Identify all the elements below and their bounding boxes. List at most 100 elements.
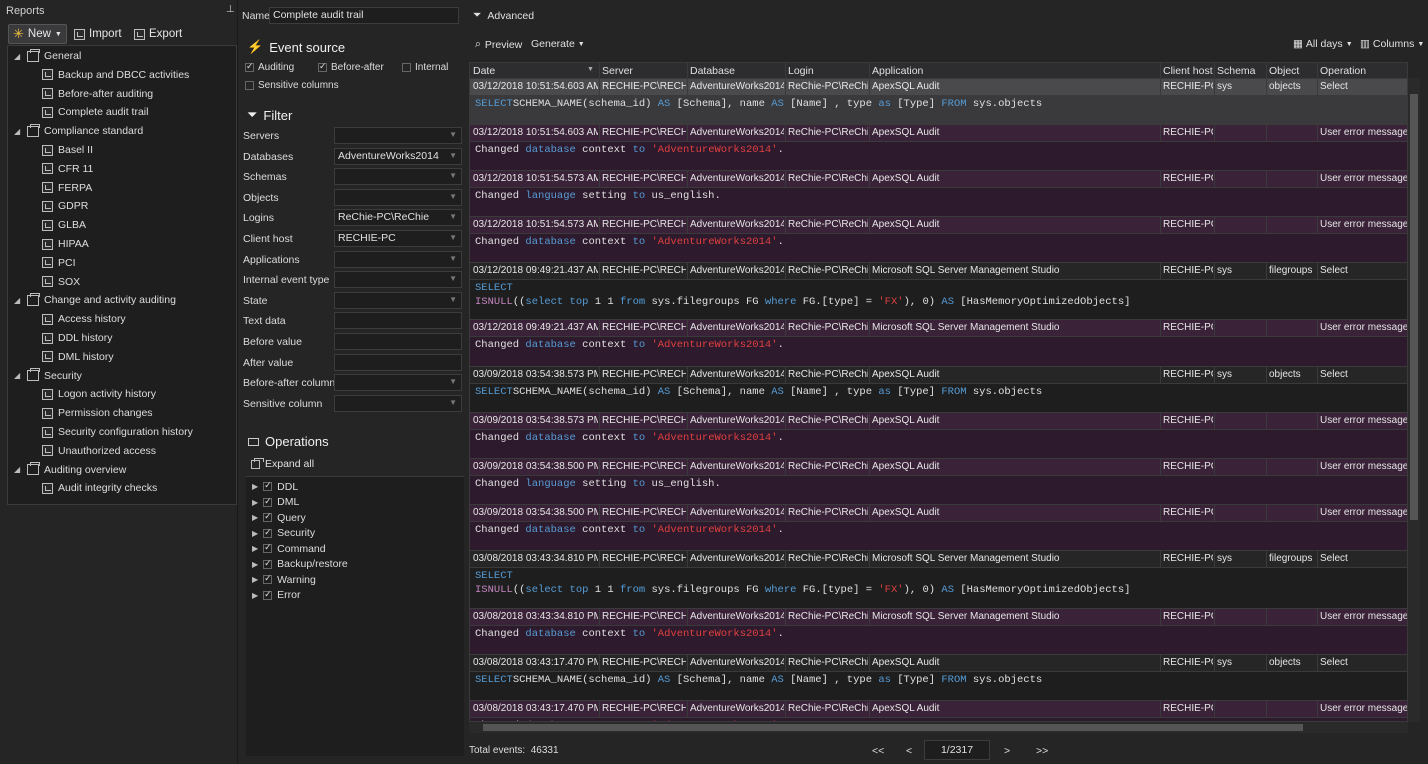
expand-triangle-icon[interactable]: ◢ (14, 52, 22, 61)
filter-state-input[interactable]: ▼ (334, 291, 462, 309)
table-row[interactable]: 03/08/2018 03:43:17.470 PM RECHIE-PC\RECH… (470, 701, 1407, 721)
table-row[interactable]: 03/12/2018 10:51:54.573 AM RECHIE-PC\RECH… (470, 171, 1407, 217)
column-header[interactable]: Object (1269, 65, 1299, 77)
tree-item[interactable]: Complete audit trail (42, 103, 148, 121)
column-header[interactable]: Login (788, 65, 814, 77)
filter-schemas-input[interactable]: ▼ (334, 168, 462, 186)
tree-folder[interactable]: ◢ Security (14, 367, 82, 385)
check-icon[interactable] (263, 527, 273, 538)
column-header[interactable]: Server (602, 65, 633, 77)
tree-item[interactable]: Logon activity history (42, 385, 156, 403)
tree-folder[interactable]: ◢ General (14, 47, 81, 65)
table-row[interactable]: 03/12/2018 10:51:54.603 AM RECHIE-PC\RECH… (470, 79, 1407, 125)
tree-item[interactable]: FERPA (42, 179, 92, 197)
check-icon[interactable] (263, 573, 273, 584)
check-icon[interactable] (263, 542, 273, 553)
column-header[interactable]: Operation (1320, 65, 1366, 77)
operation-item[interactable]: ▶ Command (252, 541, 326, 556)
tree-item[interactable]: GLBA (42, 216, 86, 234)
table-row[interactable]: 03/12/2018 09:49:21.437 AM RECHIE-PC\RECH… (470, 320, 1407, 367)
pin-icon[interactable]: ⊥ (226, 4, 235, 15)
tree-item[interactable]: Before-after auditing (42, 85, 153, 103)
prev-page-button[interactable]: < (906, 745, 912, 757)
table-row[interactable]: 03/12/2018 09:49:21.437 AM RECHIE-PC\RECH… (470, 263, 1407, 320)
operation-item[interactable]: ▶ Query (252, 510, 306, 525)
tree-item[interactable]: Basel II (42, 141, 93, 159)
vertical-scrollbar[interactable] (1408, 78, 1420, 722)
generate-button[interactable]: Generate ▼ (531, 38, 585, 50)
auditing-checkbox[interactable]: Auditing (245, 61, 294, 73)
filter-internal-event-type-input[interactable]: ▼ (334, 271, 462, 289)
check-icon[interactable] (263, 589, 273, 600)
filter-databases-input[interactable]: AdventureWorks2014 ▼ (334, 147, 462, 165)
new-button[interactable]: ✳ New ▼ (8, 24, 67, 44)
operation-item[interactable]: ▶ DDL (252, 479, 298, 494)
filter-before-value-input[interactable] (334, 333, 462, 350)
expand-arrow-icon[interactable]: ▶ (252, 591, 258, 600)
advanced-button[interactable]: ⏷ Advanced (473, 9, 534, 22)
filter-before-after-column-input[interactable]: ▼ (334, 374, 462, 392)
tree-item[interactable]: SOX (42, 273, 80, 291)
column-header[interactable]: Schema (1217, 65, 1256, 77)
check-icon[interactable] (263, 558, 273, 569)
column-header[interactable]: Application (872, 65, 923, 77)
filter-objects-input[interactable]: ▼ (334, 188, 462, 206)
operation-item[interactable]: ▶ DML (252, 495, 299, 510)
column-header[interactable]: Client host (1163, 65, 1213, 77)
tree-item[interactable]: CFR 11 (42, 160, 93, 178)
filter-text-data-input[interactable] (334, 312, 462, 330)
tree-item[interactable]: DML history (42, 348, 114, 366)
first-page-button[interactable]: << (872, 745, 884, 757)
report-name-input[interactable]: Complete audit trail (269, 7, 459, 24)
filter-client-host-input[interactable]: RECHIE-PC ▼ (334, 230, 462, 247)
tree-item[interactable]: Access history (42, 310, 126, 328)
expand-arrow-icon[interactable]: ▶ (252, 560, 258, 569)
before-after-checkbox[interactable]: Before-after (318, 61, 384, 73)
expand-arrow-icon[interactable]: ▶ (252, 498, 258, 507)
check-icon[interactable] (263, 496, 273, 507)
horizontal-scrollbar[interactable] (469, 722, 1408, 733)
tree-folder[interactable]: ◢ Compliance standard (14, 122, 143, 140)
tree-folder[interactable]: ◢ Change and activity auditing (14, 291, 176, 309)
expand-all-button[interactable]: Expand all (251, 457, 314, 470)
table-row[interactable]: 03/08/2018 03:43:34.810 PM RECHIE-PC\RECH… (470, 551, 1407, 609)
next-page-button[interactable]: > (1004, 745, 1010, 757)
expand-triangle-icon[interactable]: ◢ (14, 127, 22, 136)
tree-item[interactable]: PCI (42, 254, 76, 272)
table-row[interactable]: 03/09/2018 03:54:38.500 PM RECHIE-PC\RECH… (470, 505, 1407, 551)
tree-item[interactable]: Audit integrity checks (42, 479, 157, 497)
operation-item[interactable]: ▶ Backup/restore (252, 557, 348, 572)
export-button[interactable]: Export (130, 24, 186, 44)
expand-arrow-icon[interactable]: ▶ (252, 529, 258, 538)
operation-item[interactable]: ▶ Error (252, 588, 301, 603)
table-row[interactable]: 03/08/2018 03:43:34.810 PM RECHIE-PC\RECH… (470, 609, 1407, 655)
import-button[interactable]: Import (70, 24, 126, 44)
tree-item[interactable]: Backup and DBCC activities (42, 66, 189, 84)
columns-dropdown[interactable]: ▥ Columns ▼ (1360, 38, 1424, 50)
table-row[interactable]: 03/09/2018 03:54:38.500 PM RECHIE-PC\RECH… (470, 459, 1407, 505)
filter-after-value-input[interactable] (334, 353, 462, 371)
tree-folder[interactable]: ◢ Auditing overview (14, 461, 126, 479)
tree-item[interactable]: GDPR (42, 197, 88, 215)
filter-logins-input[interactable]: ReChie-PC\ReChie ▼ (334, 209, 462, 227)
table-row[interactable]: 03/08/2018 03:43:17.470 PM RECHIE-PC\RECH… (470, 655, 1407, 701)
filter-applications-input[interactable]: ▼ (334, 250, 462, 268)
expand-triangle-icon[interactable]: ◢ (14, 371, 22, 380)
internal-checkbox[interactable]: Internal (402, 62, 448, 73)
last-page-button[interactable]: >> (1036, 745, 1048, 757)
column-header[interactable]: Date (473, 65, 495, 77)
filter-servers-input[interactable]: ▼ (334, 127, 462, 144)
filter-sensitive-column-input[interactable]: ▼ (334, 394, 462, 412)
expand-arrow-icon[interactable]: ▶ (252, 544, 258, 553)
tree-item[interactable]: Permission changes (42, 404, 153, 422)
operation-item[interactable]: ▶ Security (252, 526, 315, 541)
all-days-dropdown[interactable]: ▦ All days ▼ (1293, 38, 1353, 50)
tree-item[interactable]: HIPAA (42, 235, 89, 253)
expand-triangle-icon[interactable]: ◢ (14, 465, 22, 474)
operation-item[interactable]: ▶ Warning (252, 572, 316, 587)
expand-arrow-icon[interactable]: ▶ (252, 513, 258, 522)
expand-arrow-icon[interactable]: ▶ (252, 575, 258, 584)
tree-item[interactable]: DDL history (42, 329, 112, 347)
table-row[interactable]: 03/12/2018 10:51:54.603 AM RECHIE-PC\RECH… (470, 125, 1407, 171)
check-icon[interactable] (263, 511, 273, 522)
